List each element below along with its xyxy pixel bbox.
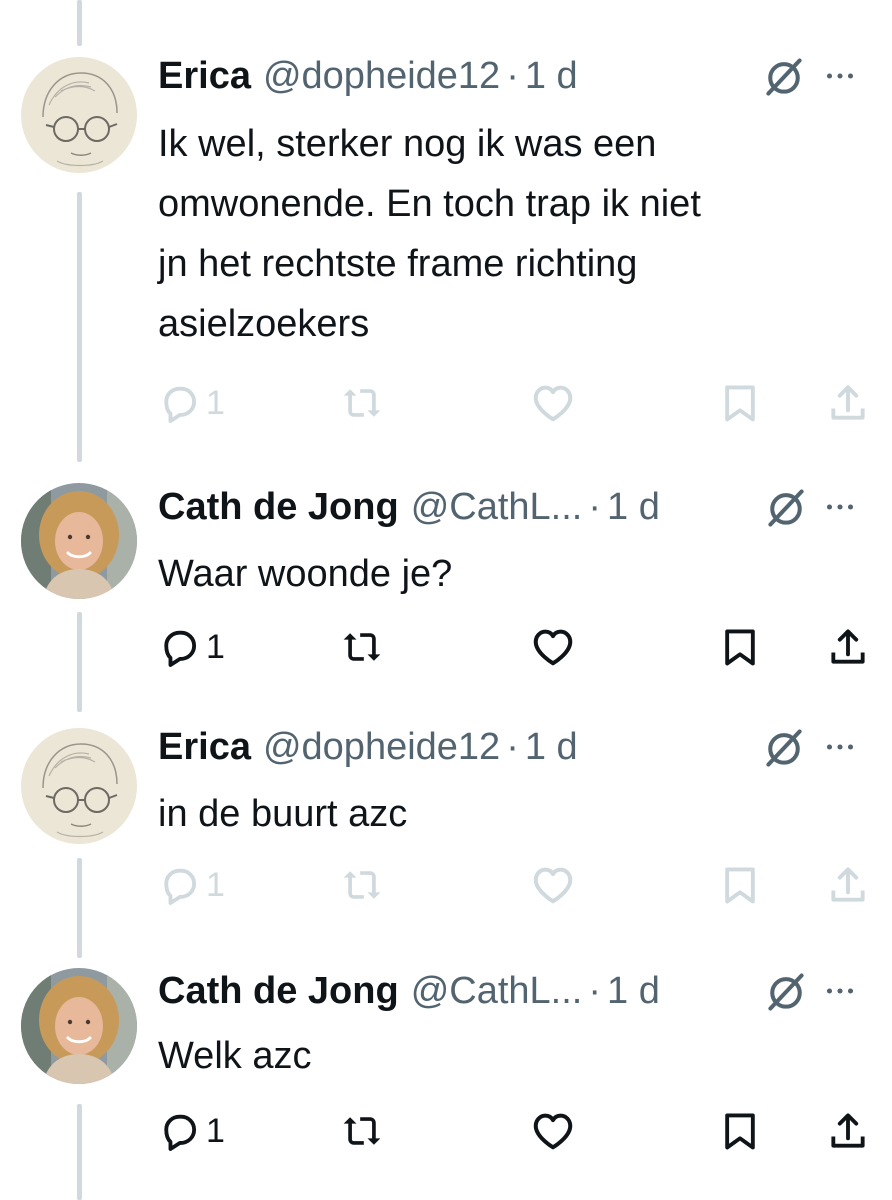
tweet-text-line: Welk azc	[158, 1035, 312, 1077]
tweet[interactable]: Cath de Jong @CathL... · 1 d Waar woonde…	[0, 462, 892, 702]
share-icon	[826, 625, 870, 669]
timestamp[interactable]: 1 d	[525, 726, 578, 769]
tweet-text-line: Waar woonde je?	[158, 553, 453, 595]
author-name[interactable]: Cath de Jong	[158, 970, 399, 1013]
action-bar: 1	[0, 860, 892, 910]
heart-icon	[530, 1108, 576, 1154]
reply-button[interactable]: 1	[158, 622, 225, 672]
bookmark-icon	[718, 625, 762, 669]
photo-portrait-avatar	[21, 968, 137, 1084]
reply-icon	[158, 863, 202, 907]
tweet-text: Ik wel, sterker nog ik was een omwonende…	[158, 114, 858, 354]
separator-dot: ·	[506, 725, 519, 768]
share-button[interactable]	[826, 860, 870, 910]
tweet[interactable]: Erica @dopheide12 · 1 d Ik wel, sterker …	[0, 0, 892, 450]
reply-count: 1	[206, 383, 225, 422]
separator-dot: ·	[506, 54, 519, 97]
reply-icon	[158, 625, 202, 669]
more-options-icon[interactable]	[822, 729, 858, 765]
bookmark-button[interactable]	[718, 1106, 762, 1156]
retweet-button[interactable]	[340, 860, 384, 910]
author-handle[interactable]: @CathL...	[411, 970, 583, 1013]
more-options-icon[interactable]	[822, 58, 858, 94]
retweet-button[interactable]	[340, 378, 384, 428]
reply-icon	[158, 381, 202, 425]
retweet-icon	[340, 381, 384, 425]
author-handle[interactable]: @dopheide12	[263, 55, 500, 98]
timestamp[interactable]: 1 d	[607, 970, 660, 1013]
action-bar: 1	[0, 1106, 892, 1156]
separator-dot: ·	[588, 969, 601, 1012]
avatar[interactable]	[21, 968, 137, 1084]
grok-icon[interactable]	[762, 55, 806, 99]
share-icon	[826, 1109, 870, 1153]
like-button[interactable]	[530, 378, 576, 428]
avatar[interactable]	[21, 728, 137, 844]
share-button[interactable]	[826, 1106, 870, 1156]
avatar[interactable]	[21, 483, 137, 599]
reply-count: 1	[206, 865, 225, 904]
avatar[interactable]	[21, 57, 137, 173]
reply-button[interactable]: 1	[158, 1106, 225, 1156]
sketch-portrait-avatar	[21, 57, 137, 173]
retweet-icon	[340, 625, 384, 669]
reply-count: 1	[206, 1111, 225, 1150]
timestamp[interactable]: 1 d	[607, 486, 660, 529]
timestamp[interactable]: 1 d	[525, 55, 578, 98]
heart-icon	[530, 380, 576, 426]
share-button[interactable]	[826, 622, 870, 672]
share-button[interactable]	[826, 378, 870, 428]
bookmark-button[interactable]	[718, 622, 762, 672]
heart-icon	[530, 862, 576, 908]
grok-icon[interactable]	[762, 726, 806, 770]
retweet-button[interactable]	[340, 622, 384, 672]
action-bar: 1	[0, 378, 892, 428]
bookmark-button[interactable]	[718, 378, 762, 428]
bookmark-icon	[718, 863, 762, 907]
bookmark-icon	[718, 1109, 762, 1153]
grok-icon[interactable]	[764, 970, 808, 1014]
author-name[interactable]: Cath de Jong	[158, 486, 399, 529]
separator-dot: ·	[588, 485, 601, 528]
tweet-text-line: asielzoekers	[158, 303, 370, 345]
reply-icon	[158, 1109, 202, 1153]
tweet-text-line: Ik wel, sterker nog ik was een	[158, 123, 657, 165]
tweet-text-line: omwonende. En toch trap ik niet	[158, 183, 701, 225]
more-options-icon[interactable]	[822, 489, 858, 525]
reply-count: 1	[206, 627, 225, 666]
retweet-icon	[340, 863, 384, 907]
reply-button[interactable]: 1	[158, 378, 225, 428]
tweet[interactable]: Cath de Jong @CathL... · 1 d Welk azc 1	[0, 948, 892, 1200]
retweet-icon	[340, 1109, 384, 1153]
heart-icon	[530, 624, 576, 670]
tweet-text: in de buurt azc	[158, 784, 858, 844]
author-handle[interactable]: @dopheide12	[263, 726, 500, 769]
like-button[interactable]	[530, 860, 576, 910]
retweet-button[interactable]	[340, 1106, 384, 1156]
sketch-portrait-avatar	[21, 728, 137, 844]
bookmark-icon	[718, 381, 762, 425]
tweet-text-line: jn het rechtste frame richting	[158, 243, 638, 285]
like-button[interactable]	[530, 1106, 576, 1156]
author-name[interactable]: Erica	[158, 726, 251, 769]
share-icon	[826, 863, 870, 907]
reply-button[interactable]: 1	[158, 860, 225, 910]
tweet-text: Waar woonde je?	[158, 544, 858, 604]
author-name[interactable]: Erica	[158, 55, 251, 98]
share-icon	[826, 381, 870, 425]
tweet[interactable]: Erica @dopheide12 · 1 d in de buurt azc …	[0, 708, 892, 948]
photo-portrait-avatar	[21, 483, 137, 599]
grok-icon[interactable]	[764, 486, 808, 530]
bookmark-button[interactable]	[718, 860, 762, 910]
more-options-icon[interactable]	[822, 973, 858, 1009]
tweet-text: Welk azc	[158, 1026, 858, 1086]
tweet-text-line: in de buurt azc	[158, 793, 408, 835]
author-handle[interactable]: @CathL...	[411, 486, 583, 529]
action-bar: 1	[0, 622, 892, 672]
like-button[interactable]	[530, 622, 576, 672]
